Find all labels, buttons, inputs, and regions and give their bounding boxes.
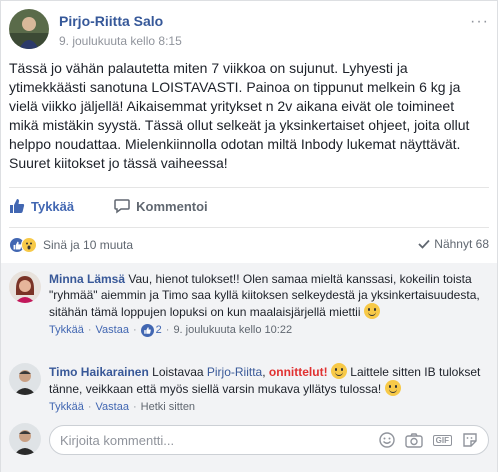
comment-input-placeholder: Kirjoita kommentti... [60,432,175,448]
smile-emoji-icon [384,380,401,396]
separator: · [132,324,137,336]
comment-like-link[interactable]: Tykkää [49,322,84,338]
like-count-value: 2 [155,324,162,336]
comment-button[interactable]: Kommentoi [114,198,208,214]
comment-meta: Tykkää · Vastaa · 2 · 9. joulukuuta kell… [49,322,489,338]
comment-icon [114,199,130,214]
reactions-bar: Sinä ja 10 muuta Nähnyt 68 [9,235,489,255]
like-count-icon [140,323,154,337]
comment-like-link[interactable]: Tykkää [49,399,84,415]
gif-icon[interactable]: GIF [432,434,452,446]
smile-emoji-icon [363,303,380,319]
camera-icon[interactable] [404,432,423,448]
commenter-name[interactable]: Timo Haikarainen [49,365,149,379]
reaction-icons[interactable] [9,237,37,253]
thumbs-up-icon [10,199,25,213]
write-comment-row: Kirjoita kommentti... GIF [9,421,489,455]
mention-link[interactable]: Pirjo-Riitta [207,365,262,379]
author-avatar[interactable] [9,9,49,49]
wow-reaction-icon [21,237,37,253]
comment-body: Timo Haikarainen Loistavaa Pirjo-Riitta,… [49,363,489,415]
comma: , [262,365,266,379]
comment-like-count[interactable]: 2 [140,322,162,338]
separator: · [87,401,92,413]
commenter-name[interactable]: Minna Lämsä [49,272,125,286]
seen-count[interactable]: Nähnyt 68 [418,237,489,251]
comment-time[interactable]: 9. joulukuuta kello 10:22 [173,322,292,338]
author-name[interactable]: Pirjo-Riitta Salo [59,13,163,29]
post-text: Tässä jo vähän palautetta miten 7 viikko… [9,60,470,171]
more-options-icon[interactable]: ··· [470,13,489,31]
comment-label: Kommentoi [136,198,208,214]
commenter-avatar[interactable] [9,363,41,395]
like-label: Tykkää [31,198,75,214]
separator: · [132,401,137,413]
reactions-summary[interactable]: Sinä ja 10 muuta [43,238,133,252]
comment-body: Minna Lämsä Vau, hienot tulokset!! Olen … [49,271,489,338]
current-user-avatar [9,423,41,455]
comment-reply-link[interactable]: Vastaa [96,322,129,338]
congrats-text: onnittelut! [268,365,328,379]
comment-text-before: Loistavaa [152,365,204,379]
post-meta: 9. joulukuuta kello 8:15 [59,34,182,48]
sticker-icon[interactable] [462,432,478,448]
smile-emoji-icon [330,363,347,379]
comment-reply-link[interactable]: Vastaa [96,399,129,415]
divider [9,187,489,188]
comment-meta: Tykkää · Vastaa · Hetki sitten [49,399,489,415]
commenter-avatar[interactable] [9,271,41,303]
post-header: Pirjo-Riitta Salo 9. joulukuuta kello 8:… [9,9,489,53]
seen-label: Nähnyt 68 [434,237,489,251]
post-timestamp[interactable]: 9. joulukuuta kello 8:15 [59,34,182,48]
comment-text-line: Timo Haikarainen Loistavaa Pirjo-Riitta,… [49,363,489,397]
separator: · [87,324,92,336]
comment-text-line: Minna Lämsä Vau, hienot tulokset!! Olen … [49,271,489,320]
comment-time[interactable]: Hetki sitten [141,399,195,415]
divider [9,227,489,228]
post-card: Pirjo-Riitta Salo 9. joulukuuta kello 8:… [0,0,498,472]
comment-input-tools: GIF [378,432,488,448]
emoji-picker-icon[interactable] [378,432,395,448]
comment-input[interactable]: Kirjoita kommentti... GIF [49,425,489,455]
like-button[interactable]: Tykkää [9,198,74,214]
separator: · [165,324,170,336]
post-actions: Tykkää Kommentoi [9,191,489,221]
check-icon [418,239,430,249]
